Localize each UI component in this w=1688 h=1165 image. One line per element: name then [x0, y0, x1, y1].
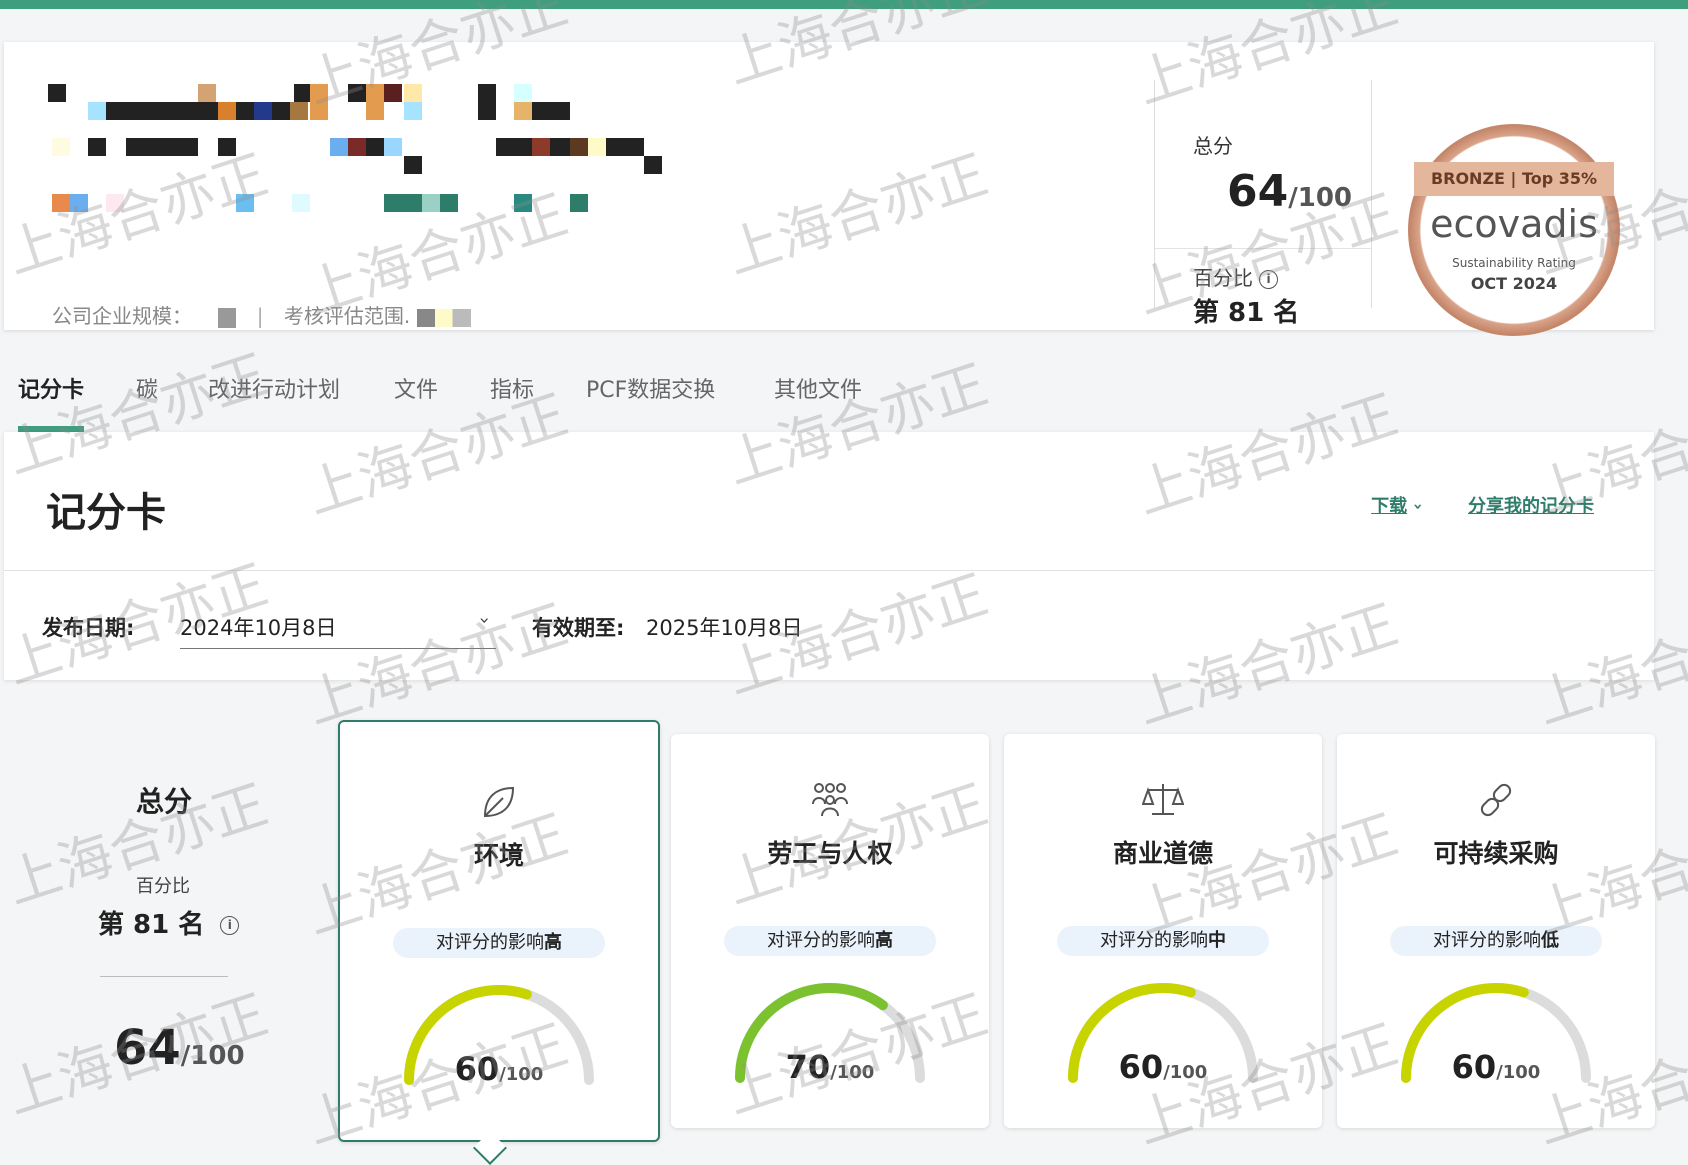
- page-title: 记分卡: [46, 490, 166, 536]
- theme-title: 商业道德: [1112, 839, 1213, 868]
- impact-pill: 对评分的影响高: [393, 928, 605, 958]
- share-scorecard-link[interactable]: 分享我的记分卡: [1468, 496, 1594, 517]
- summary-percentile-label: 百分比: [136, 876, 190, 897]
- percentile-rank: 第 81 名: [1193, 298, 1300, 328]
- theme-score: 70/100: [785, 1048, 875, 1086]
- theme-score: 60/100: [1118, 1048, 1208, 1086]
- assessment-scope-label: 考核评估范围.: [283, 304, 411, 328]
- info-icon[interactable]: i: [1259, 270, 1278, 289]
- publish-date-label: 发布日期:: [42, 616, 135, 640]
- overall-score-box: 总分 64/100 百分比 i 第 81 名: [1154, 80, 1372, 328]
- impact-pill: 对评分的影响中: [1057, 926, 1269, 956]
- theme-card-business-ethics[interactable]: 商业道德 对评分的影响中 60/100: [1004, 734, 1322, 1128]
- tab-pcf-exchange[interactable]: PCF数据交换: [586, 372, 715, 404]
- info-icon[interactable]: i: [220, 916, 240, 935]
- theme-title: 劳工与人权: [767, 839, 893, 868]
- tab-documents[interactable]: 文件: [394, 372, 438, 404]
- summary-score: 64/100: [114, 1020, 245, 1076]
- summary-rank: 第 81 名i: [98, 904, 240, 941]
- company-header-card: 公司企业规模： | 考核评估范围. 总分 64/100 百分比 i 第 81 名 …: [4, 42, 1654, 336]
- company-meta-line: 公司企业规模： | 考核评估范围.: [52, 300, 471, 329]
- tab-other-files[interactable]: 其他文件: [774, 372, 862, 404]
- theme-card-labor-human-rights[interactable]: 劳工与人权 对评分的影响高 70/100: [671, 734, 989, 1128]
- download-button[interactable]: 下载 ›: [1371, 496, 1428, 517]
- overall-score-label: 总分: [1193, 134, 1233, 158]
- top-accent-bar: [0, 0, 1688, 9]
- tab-indicators[interactable]: 指标: [490, 372, 534, 404]
- company-scale-label: 公司企业规模：: [52, 304, 192, 328]
- leaf-icon: [340, 782, 658, 826]
- scorecard-actions: 下载 › 分享我的记分卡: [1371, 492, 1594, 518]
- redacted-block: [218, 307, 237, 328]
- theme-card-sustainable-procurement[interactable]: 可持续采购 对评分的影响低 60/100: [1337, 734, 1655, 1128]
- scale-icon: [1004, 780, 1322, 824]
- valid-until-label: 有效期至:: [532, 616, 625, 640]
- badge-subtitle: Sustainability Rating: [1452, 256, 1576, 270]
- theme-score: 60/100: [454, 1050, 544, 1088]
- badge-brand: ecovadis: [1430, 202, 1598, 246]
- badge-tier: BRONZE | Top 35%: [1414, 162, 1614, 196]
- redacted-block: [416, 308, 471, 327]
- overall-score-value: 64/100: [1227, 166, 1353, 217]
- theme-card-environment[interactable]: 环境 对评分的影响高 60/100: [338, 720, 660, 1142]
- chevron-down-icon: ›: [1408, 503, 1428, 510]
- impact-pill: 对评分的影响高: [724, 926, 936, 956]
- scorecard-panel: 记分卡 下载 › 分享我的记分卡 发布日期: 2024年10月8日 › 有效期至:…: [4, 432, 1654, 680]
- chevron-down-icon: ›: [473, 616, 495, 625]
- percentile-label: 百分比 i: [1193, 262, 1278, 291]
- meta-separator: |: [256, 304, 264, 328]
- summary-divider: [100, 976, 228, 977]
- theme-title: 可持续采购: [1433, 839, 1559, 868]
- link-icon: [1337, 780, 1655, 824]
- score-divider: [1155, 248, 1371, 249]
- theme-title: 环境: [473, 841, 524, 870]
- panel-divider: [4, 570, 1654, 571]
- summary-title: 总分: [136, 785, 193, 818]
- valid-until-value: 2025年10月8日: [646, 616, 803, 640]
- impact-pill: 对评分的影响低: [1390, 926, 1602, 956]
- theme-score: 60/100: [1451, 1048, 1541, 1086]
- publish-date-select[interactable]: 2024年10月8日 ›: [180, 612, 496, 649]
- tab-carbon[interactable]: 碳: [136, 372, 158, 404]
- people-icon: [671, 780, 989, 824]
- badge-date: OCT 2024: [1470, 274, 1558, 293]
- publish-date-value: 2024年10月8日: [180, 616, 337, 640]
- tab-scorecard[interactable]: 记分卡: [18, 372, 84, 404]
- tab-improvement-plan[interactable]: 改进行动计划: [208, 372, 340, 404]
- ecovadis-medal-badge: BRONZE | Top 35% ecovadis Sustainability…: [1408, 124, 1620, 336]
